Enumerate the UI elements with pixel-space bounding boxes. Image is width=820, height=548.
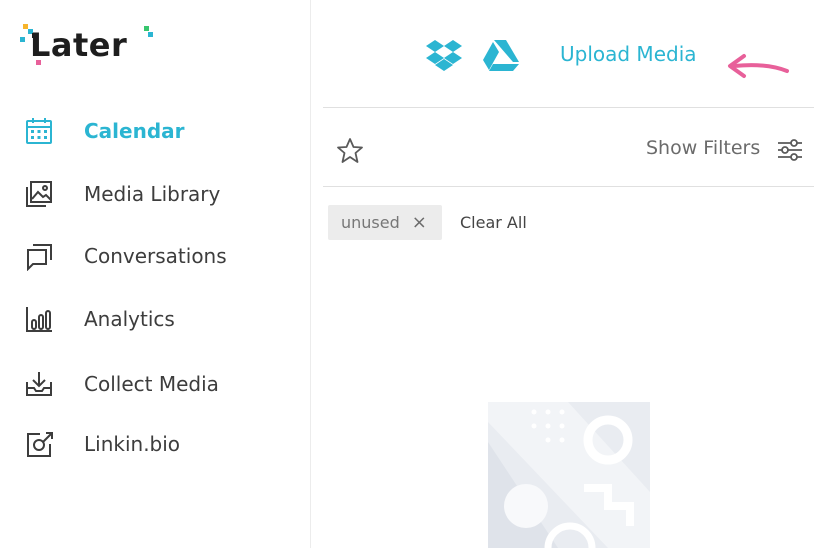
dropbox-icon xyxy=(426,40,462,71)
sidebar-item-label: Conversations xyxy=(84,244,227,268)
filter-tag-chip: unused × xyxy=(328,205,442,240)
sidebar-item-label: Media Library xyxy=(84,182,221,206)
sidebar-item-label: Collect Media xyxy=(84,372,219,396)
logo-pixel xyxy=(148,32,153,37)
sliders-icon[interactable] xyxy=(776,136,804,164)
filter-bar: Show Filters xyxy=(323,108,814,187)
sidebar-item-label: Linkin.bio xyxy=(84,432,181,456)
logo-pixel xyxy=(20,37,25,42)
sidebar-item-label: Analytics xyxy=(84,307,175,331)
sidebar-item-linkin-bio[interactable]: Linkin.bio xyxy=(24,426,284,462)
sidebar-item-conversations[interactable]: Conversations xyxy=(24,238,284,274)
sidebar-item-label: Calendar xyxy=(84,119,185,143)
media-panel: Upload Media Show Filters unused × Clear… xyxy=(311,0,820,548)
calendar-icon xyxy=(24,113,60,149)
empty-media-illustration xyxy=(488,402,650,548)
linkin-bio-icon xyxy=(24,426,60,462)
media-library-icon xyxy=(24,176,60,212)
dropbox-button[interactable] xyxy=(424,37,464,73)
show-filters-button[interactable]: Show Filters xyxy=(646,137,760,159)
sidebar: Later Calendar Media Library Conversatio… xyxy=(0,0,311,548)
upload-toolbar: Upload Media xyxy=(323,0,814,108)
pointer-arrow-annotation xyxy=(728,54,789,78)
google-drive-button[interactable] xyxy=(481,37,521,73)
logo-wordmark: Later xyxy=(30,26,128,64)
sidebar-item-analytics[interactable]: Analytics xyxy=(24,301,284,337)
upload-media-link[interactable]: Upload Media xyxy=(560,42,697,66)
sidebar-item-media-library[interactable]: Media Library xyxy=(24,176,284,212)
star-icon[interactable] xyxy=(335,136,365,166)
conversations-icon xyxy=(24,238,60,274)
google-drive-icon xyxy=(483,40,519,71)
sidebar-item-calendar[interactable]: Calendar xyxy=(24,113,284,149)
analytics-icon xyxy=(24,301,60,337)
later-logo[interactable]: Later xyxy=(20,20,160,70)
filter-tag-label: unused xyxy=(341,213,400,232)
collect-media-icon xyxy=(24,366,60,402)
logo-pixel xyxy=(144,26,149,31)
sidebar-item-collect-media[interactable]: Collect Media xyxy=(24,366,284,402)
clear-all-button[interactable]: Clear All xyxy=(460,213,527,232)
close-icon[interactable]: × xyxy=(412,213,427,232)
